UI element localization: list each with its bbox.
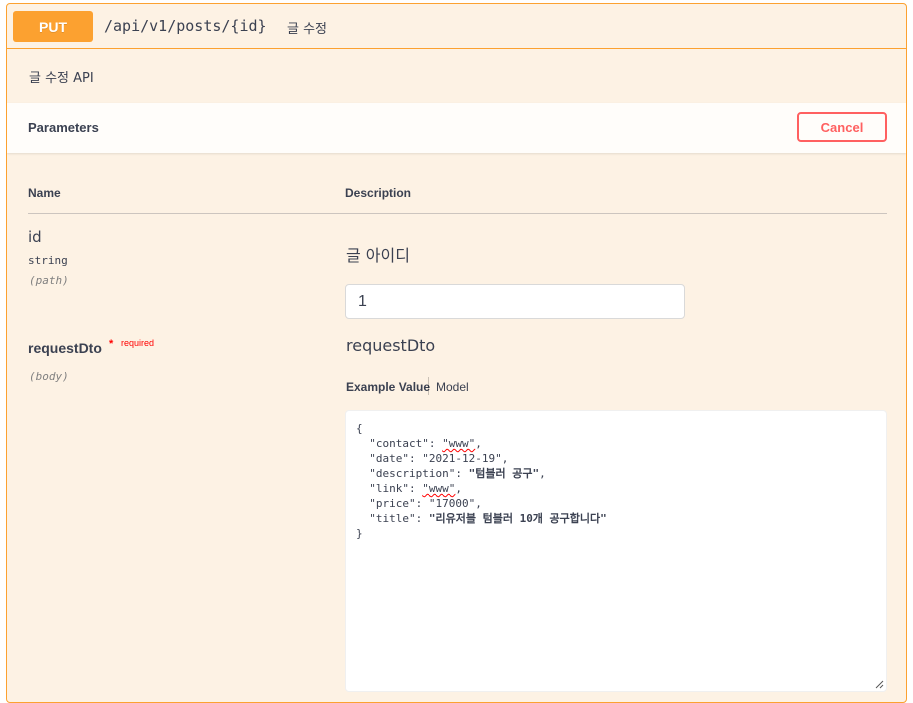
parameters-title: Parameters	[28, 120, 99, 135]
endpoint-path: /api/v1/posts/{id}	[104, 17, 267, 35]
tab-model[interactable]: Model	[436, 380, 469, 394]
json-value: "2021-12-19"	[422, 452, 502, 465]
json-value: "www"	[442, 437, 476, 450]
operation-summary-text: 글 수정	[287, 22, 328, 37]
resize-handle-icon[interactable]	[875, 680, 884, 689]
json-key: "date"	[369, 452, 409, 465]
tab-separator	[428, 377, 429, 395]
param-description-id: 글 아이디	[346, 246, 410, 265]
parameters-header: Parameters Cancel	[7, 103, 906, 153]
json-value: "리유저블 텀블러 10개 공구합니다"	[428, 512, 607, 525]
json-key: "link"	[369, 482, 409, 495]
tab-example-value[interactable]: Example Value	[346, 380, 430, 394]
json-key: "contact"	[369, 437, 429, 450]
json-open-brace: {	[356, 422, 363, 435]
cancel-button[interactable]: Cancel	[797, 112, 887, 142]
param-in-id: (path)	[29, 274, 69, 287]
required-star: *	[109, 338, 114, 350]
param-in-requestdto: (body)	[29, 370, 69, 383]
operation-summary[interactable]: PUT /api/v1/posts/{id} 글 수정	[7, 4, 906, 49]
json-key: "description"	[369, 467, 456, 480]
operation-description: 글 수정 API	[29, 71, 94, 86]
request-body-textarea[interactable]: { "contact": "www", "date": "2021-12-19"…	[345, 410, 887, 692]
id-input[interactable]: 1	[345, 284, 685, 319]
json-value: "www"	[422, 482, 456, 495]
header-divider	[28, 213, 887, 214]
column-header-name: Name	[28, 186, 61, 200]
json-value: "텀블러 공구"	[468, 467, 540, 480]
method-badge: PUT	[13, 11, 93, 42]
json-value: "17000"	[428, 497, 476, 510]
put-operation-block: PUT /api/v1/posts/{id} 글 수정 글 수정 API Par…	[6, 3, 907, 703]
param-name-requestdto: requestDto	[28, 340, 102, 356]
param-name-id: id	[28, 228, 42, 246]
json-key: "price"	[369, 497, 416, 510]
param-description-requestdto: requestDto	[346, 336, 436, 355]
column-header-description: Description	[345, 186, 412, 200]
json-key: "title"	[369, 512, 416, 525]
json-close-brace: }	[356, 527, 363, 540]
required-label: required	[121, 338, 155, 348]
param-type-id: string	[28, 254, 68, 267]
